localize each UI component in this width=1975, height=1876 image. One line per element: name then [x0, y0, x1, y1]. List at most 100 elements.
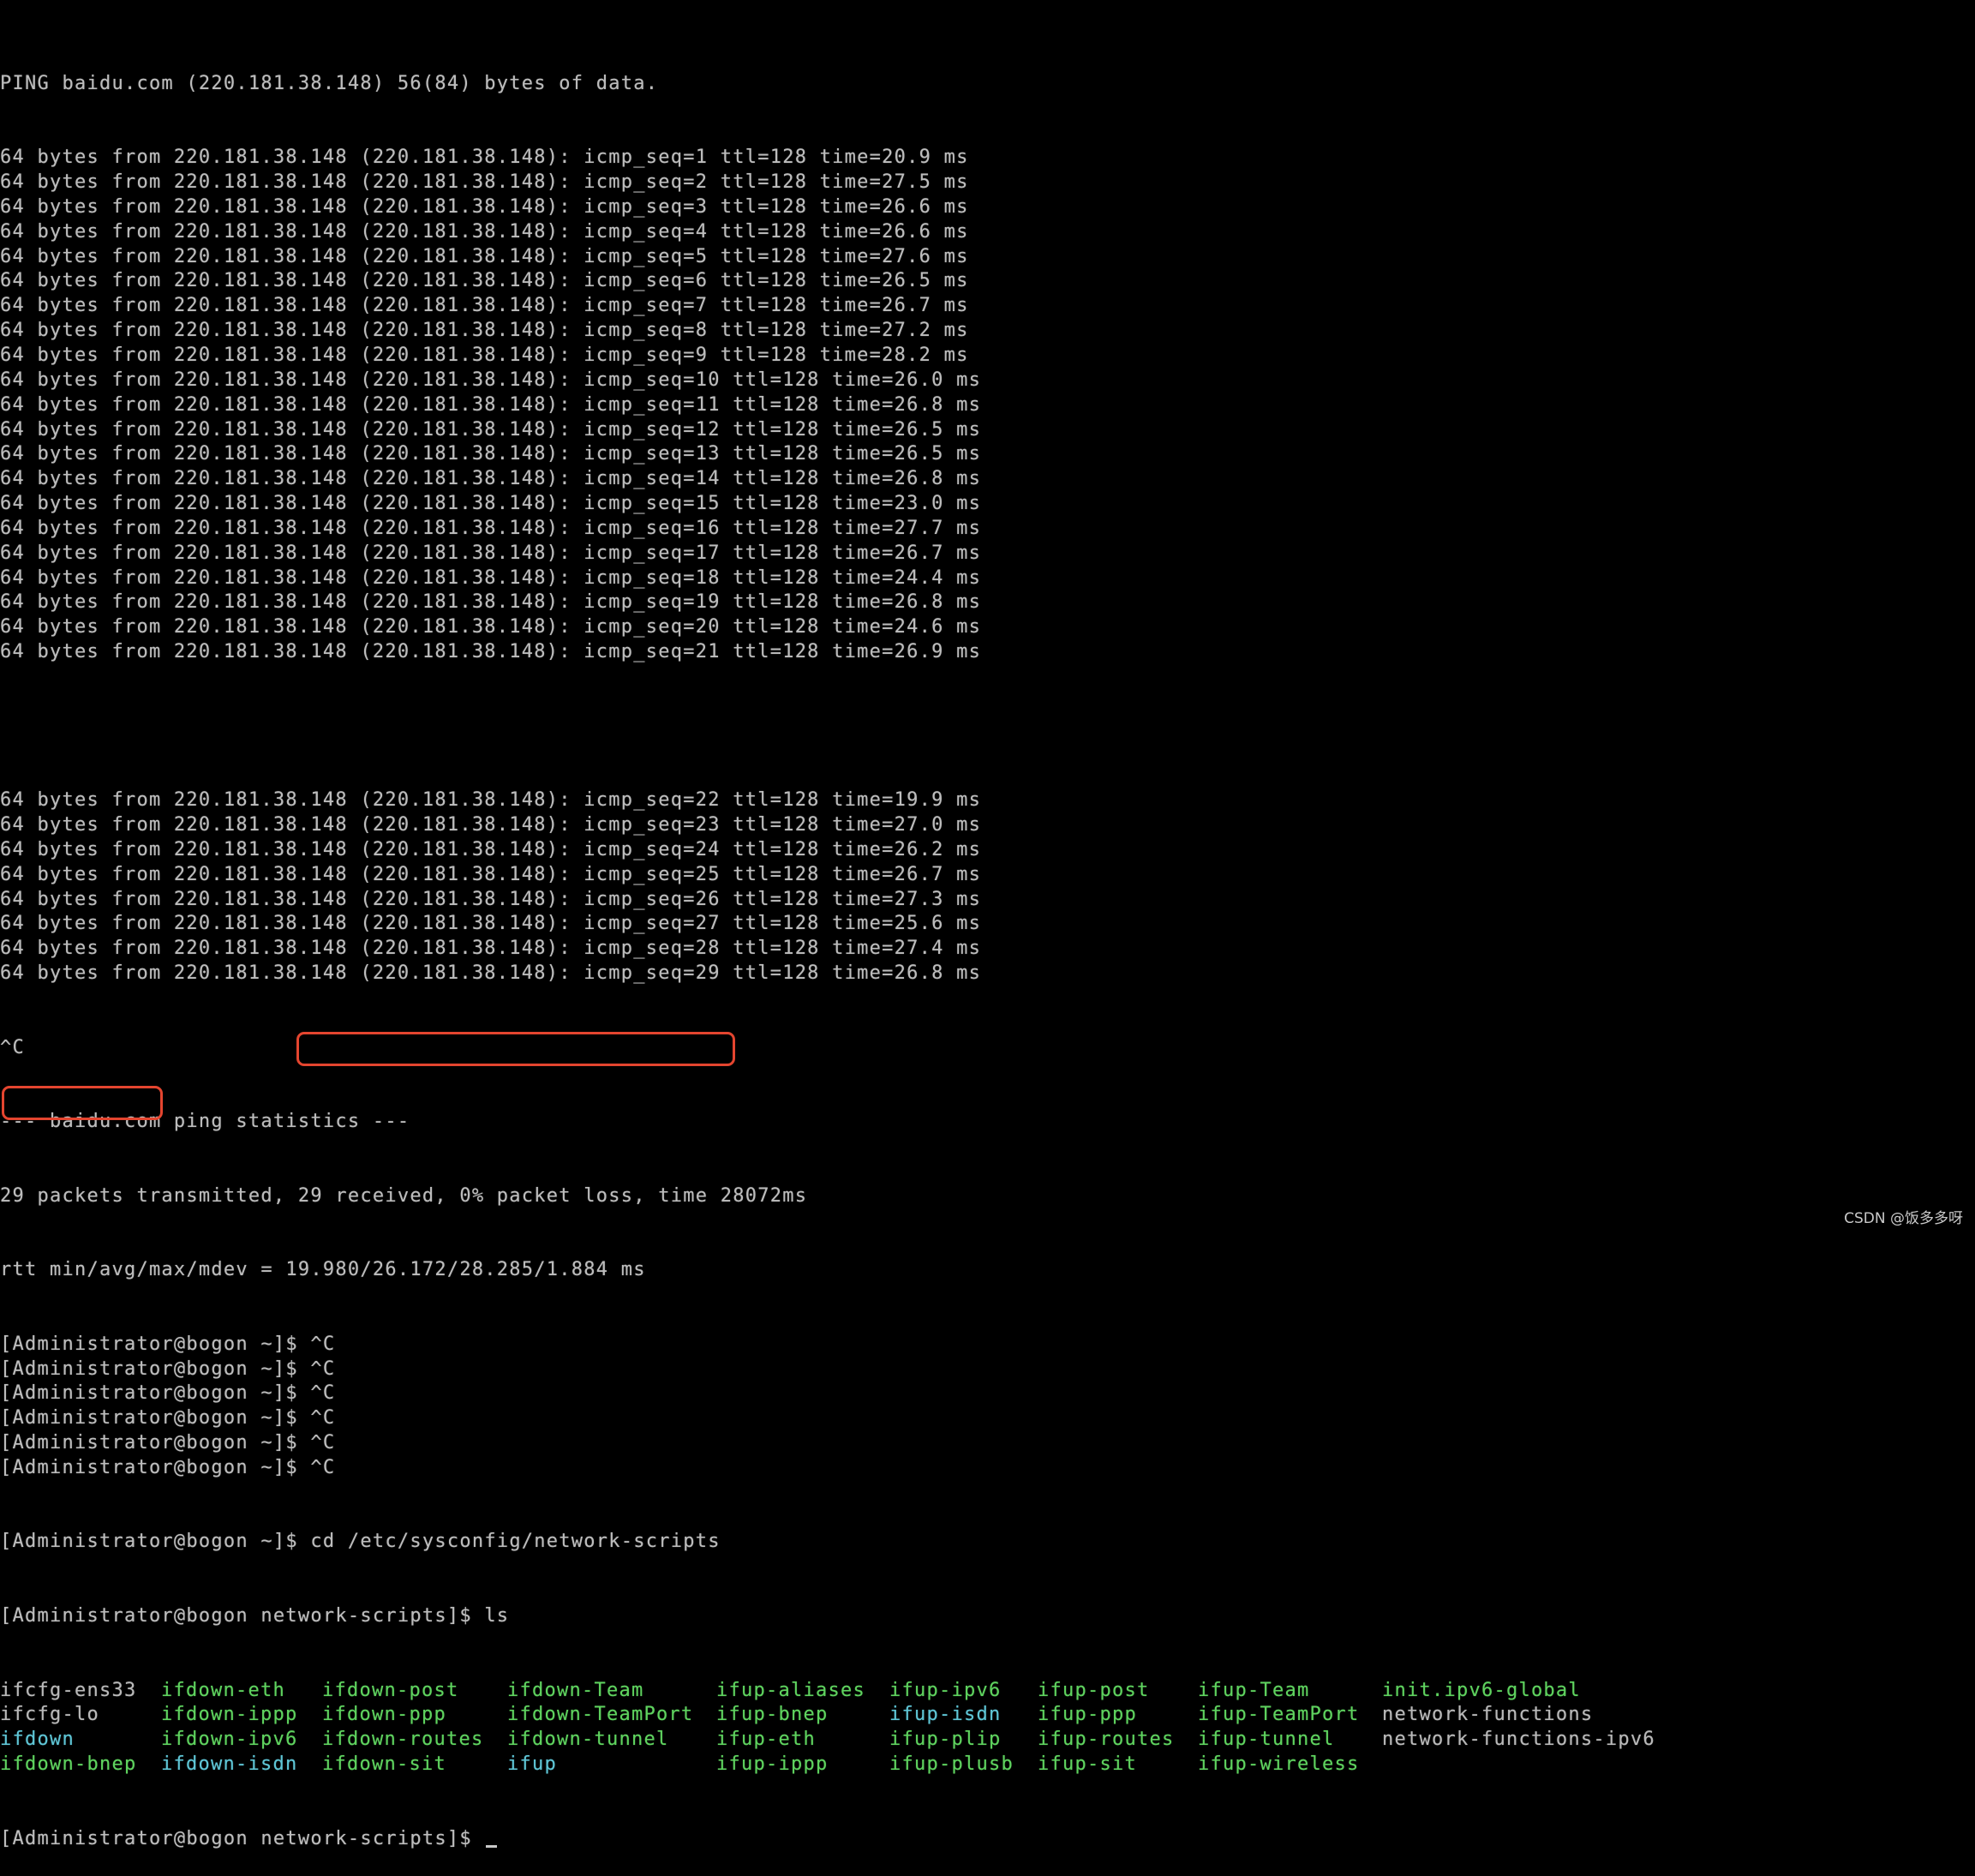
ls-entry-ifdown-sit: ifdown-sit — [322, 1753, 446, 1776]
ls-entry-ifup: ifup — [507, 1753, 557, 1776]
ls-entry-ifup-eth: ifup-eth — [716, 1729, 816, 1751]
interrupt-text: ^C — [310, 1407, 336, 1429]
ls-entry-ifup-ippp: ifup-ippp — [716, 1753, 829, 1776]
shell-prompt: [Administrator@bogon ~]$ — [0, 1456, 311, 1478]
interrupt-prompt-line: [Administrator@bogon ~]$ ^C — [0, 1406, 1975, 1431]
interrupt-prompt-line: [Administrator@bogon ~]$ ^C — [0, 1431, 1975, 1456]
ls-entry-ifup-ppp: ifup-ppp — [1038, 1704, 1137, 1726]
interrupt-text: ^C — [310, 1432, 336, 1454]
ping-header: PING baidu.com (220.181.38.148) 56(84) b… — [0, 72, 659, 94]
ping-reply-line: 64 bytes from 220.181.38.148 (220.181.38… — [0, 270, 969, 292]
ping-reply-line: 64 bytes from 220.181.38.148 (220.181.38… — [0, 838, 982, 860]
ls-row: ifcfg-lo ifdown-ippp ifdown-ppp ifdown-Team… — [0, 1703, 1975, 1728]
ls-entry-ifup-ipv6: ifup-ipv6 — [889, 1679, 1002, 1701]
ls-entry-ifdown-ipv6: ifdown-ipv6 — [161, 1729, 298, 1751]
ls-entry-ifup-team: ifup-Team — [1198, 1679, 1310, 1701]
ping-reply-line: 64 bytes from 220.181.38.148 (220.181.38… — [0, 493, 982, 515]
interrupt-line: ^C — [0, 1036, 25, 1058]
ls-entry-ifdown-team: ifdown-Team — [507, 1679, 644, 1701]
ls-entry-ifup-post: ifup-post — [1038, 1679, 1150, 1701]
ping-reply-line: 64 bytes from 220.181.38.148 (220.181.38… — [0, 418, 982, 441]
ping-reply-line: 64 bytes from 220.181.38.148 (220.181.38… — [0, 962, 982, 985]
ping-stats-header: --- baidu.com ping statistics --- — [0, 1111, 410, 1133]
ping-replies-block-1: 64 bytes from 220.181.38.148 (220.181.38… — [0, 146, 1975, 665]
ping-reply-line: 64 bytes from 220.181.38.148 (220.181.38… — [0, 220, 969, 243]
ping-reply-line: 64 bytes from 220.181.38.148 (220.181.38… — [0, 369, 982, 391]
ping-reply-line: 64 bytes from 220.181.38.148 (220.181.38… — [0, 566, 982, 589]
ls-entry-ifup-bnep: ifup-bnep — [716, 1704, 829, 1726]
ls-entry-ifup-aliases: ifup-aliases — [716, 1679, 865, 1701]
ping-reply-line: 64 bytes from 220.181.38.148 (220.181.38… — [0, 814, 982, 836]
ping-stats-rtt: rtt min/avg/max/mdev = 19.980/26.172/28.… — [0, 1259, 646, 1281]
ls-entry-ifdown: ifdown — [0, 1729, 75, 1751]
interrupt-text: ^C — [310, 1456, 336, 1478]
shell-prompt: [Administrator@bogon ~]$ — [0, 1531, 311, 1553]
ping-reply-line: 64 bytes from 220.181.38.148 (220.181.38… — [0, 443, 982, 465]
ls-command-line: [Administrator@bogon network-scripts]$ l… — [0, 1604, 1975, 1629]
shell-prompt: [Administrator@bogon network-scripts]$ — [0, 1605, 485, 1627]
text-cursor — [486, 1844, 498, 1848]
ls-entry-ifdown-ippp: ifdown-ippp — [161, 1704, 298, 1726]
ping-reply-line: 64 bytes from 220.181.38.148 (220.181.38… — [0, 320, 969, 342]
interrupt-text: ^C — [310, 1333, 336, 1355]
cd-command-line: [Administrator@bogon ~]$ cd /etc/sysconf… — [0, 1530, 1975, 1555]
ping-reply-line: 64 bytes from 220.181.38.148 (220.181.38… — [0, 789, 982, 812]
ping-reply-line: 64 bytes from 220.181.38.148 (220.181.38… — [0, 863, 982, 885]
interrupt-prompts-block: [Administrator@bogon ~]$ ^C [Administrato… — [0, 1333, 1975, 1481]
interrupt-prompt-line: [Administrator@bogon ~]$ ^C — [0, 1358, 1975, 1382]
ls-entry-ifdown-post: ifdown-post — [322, 1679, 459, 1701]
ls-entry-ifup-plusb: ifup-plusb — [889, 1753, 1014, 1776]
shell-prompt: [Administrator@bogon ~]$ — [0, 1432, 311, 1454]
ls-entry-ifcfg-ens33: ifcfg-ens33 — [0, 1679, 137, 1701]
ls-command: ls — [484, 1605, 510, 1627]
ping-reply-line: 64 bytes from 220.181.38.148 (220.181.38… — [0, 344, 969, 366]
ping-reply-line: 64 bytes from 220.181.38.148 (220.181.38… — [0, 542, 982, 564]
ping-reply-line: 64 bytes from 220.181.38.148 (220.181.38… — [0, 245, 969, 267]
shell-prompt: [Administrator@bogon ~]$ — [0, 1407, 311, 1429]
ls-entry-ifup-tunnel: ifup-tunnel — [1198, 1729, 1335, 1751]
ping-reply-line: 64 bytes from 220.181.38.148 (220.181.38… — [0, 591, 982, 614]
ping-reply-line: 64 bytes from 220.181.38.148 (220.181.38… — [0, 468, 982, 490]
interrupt-text: ^C — [310, 1382, 336, 1405]
ping-reply-line: 64 bytes from 220.181.38.148 (220.181.38… — [0, 913, 982, 935]
ls-entry-ifdown-ppp: ifdown-ppp — [322, 1704, 446, 1726]
ls-entry-ifup-plip: ifup-plip — [889, 1729, 1002, 1751]
interrupt-prompt-line: [Administrator@bogon ~]$ ^C — [0, 1382, 1975, 1406]
interrupt-prompt-line: [Administrator@bogon ~]$ ^C — [0, 1456, 1975, 1481]
ping-reply-line: 64 bytes from 220.181.38.148 (220.181.38… — [0, 195, 969, 218]
ls-entry-ifup-sit: ifup-sit — [1038, 1753, 1137, 1776]
cd-command: cd /etc/sysconfig/network-scripts — [310, 1531, 721, 1553]
ls-entry-ifup-teamport: ifup-TeamPort — [1198, 1704, 1360, 1726]
ls-entry-ifup-isdn: ifup-isdn — [889, 1704, 1002, 1726]
ls-entry-ifdown-routes: ifdown-routes — [322, 1729, 484, 1751]
ping-reply-line: 64 bytes from 220.181.38.148 (220.181.38… — [0, 171, 969, 194]
ping-reply-line: 64 bytes from 220.181.38.148 (220.181.38… — [0, 295, 969, 317]
watermark: CSDN @饭多多呀 — [1844, 1210, 1963, 1227]
ping-reply-line: 64 bytes from 220.181.38.148 (220.181.38… — [0, 517, 982, 539]
ls-entry-ifup-routes: ifup-routes — [1038, 1729, 1175, 1751]
ls-entry-network-functions-ipv6: network-functions-ipv6 — [1382, 1729, 1655, 1751]
ls-entry-ifdown-eth: ifdown-eth — [161, 1679, 285, 1701]
ping-replies-block-2: 64 bytes from 220.181.38.148 (220.181.38… — [0, 788, 1975, 986]
ls-entry-ifdown-isdn: ifdown-isdn — [161, 1753, 298, 1776]
shell-prompt: [Administrator@bogon ~]$ — [0, 1382, 311, 1405]
ping-reply-line: 64 bytes from 220.181.38.148 (220.181.38… — [0, 147, 969, 169]
ping-reply-line: 64 bytes from 220.181.38.148 (220.181.38… — [0, 616, 982, 638]
ls-row: ifdown ifdown-ipv6 ifdown-routes ifdown-tun… — [0, 1728, 1975, 1753]
ls-entry-init-ipv6-global: init.ipv6-global — [1382, 1679, 1581, 1701]
shell-prompt: [Administrator@bogon ~]$ — [0, 1333, 311, 1355]
interrupt-prompt-line: [Administrator@bogon ~]$ ^C — [0, 1333, 1975, 1358]
final-prompt-line[interactable]: [Administrator@bogon network-scripts]$ — [0, 1827, 1975, 1852]
ls-row: ifcfg-ens33 ifdown-eth ifdown-post ifdown-T… — [0, 1679, 1975, 1704]
terminal-output[interactable]: PING baidu.com (220.181.38.148) 56(84) b… — [0, 22, 1975, 1876]
ls-entry-network-functions: network-functions — [1382, 1704, 1594, 1726]
ls-entry-ifup-wireless: ifup-wireless — [1198, 1753, 1360, 1776]
ping-reply-line: 64 bytes from 220.181.38.148 (220.181.38… — [0, 938, 982, 960]
ls-entry-ifdown-teamport: ifdown-TeamPort — [507, 1704, 694, 1726]
ping-reply-line: 64 bytes from 220.181.38.148 (220.181.38… — [0, 393, 982, 416]
ping-reply-line: 64 bytes from 220.181.38.148 (220.181.38… — [0, 641, 982, 663]
shell-prompt: [Administrator@bogon ~]$ — [0, 1358, 311, 1380]
ls-entry-ifdown-tunnel: ifdown-tunnel — [507, 1729, 669, 1751]
ls-entry-ifcfg-lo: ifcfg-lo — [0, 1704, 99, 1726]
